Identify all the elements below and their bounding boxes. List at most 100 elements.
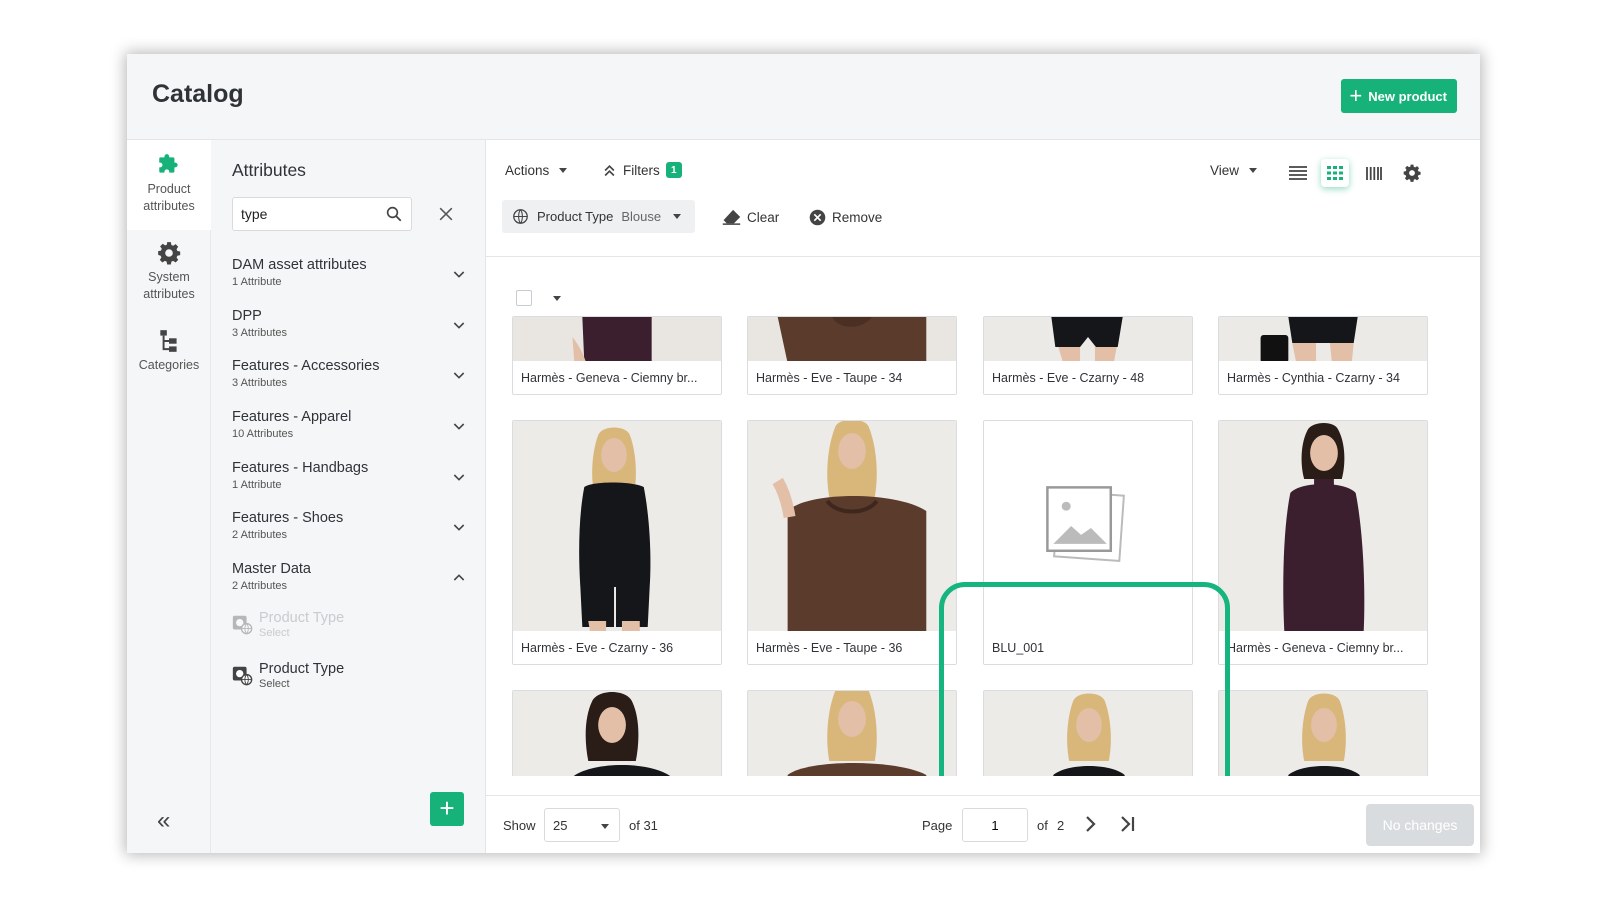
rail-item-system-attributes[interactable]: System attributes xyxy=(127,240,211,310)
double-chevron-up-icon xyxy=(604,164,615,176)
per-page-value: 25 xyxy=(553,818,568,833)
view-label: View xyxy=(1210,163,1240,178)
attribute-group-dam[interactable]: DAM asset attributes 1 Attribute xyxy=(232,257,467,299)
group-count: 10 Attributes xyxy=(232,428,294,440)
search-icon[interactable] xyxy=(385,205,403,223)
product-card[interactable]: Harmès - Geneva - Ciemny br... xyxy=(512,316,722,395)
product-card[interactable]: Harmès - Eve - Taupe - 36 xyxy=(747,420,957,665)
main-content: Actions Filters 1 View Product Type Blou… xyxy=(486,140,1480,853)
remove-filters-button[interactable]: Remove xyxy=(809,209,882,226)
pages-total: 2 xyxy=(1057,818,1065,833)
rail-label: Product xyxy=(147,182,191,196)
attribute-group-accessories[interactable]: Features - Accessories 3 Attributes xyxy=(232,358,467,400)
product-card[interactable]: Harmès - Eve - Czarny - 36 xyxy=(512,420,722,665)
last-page-icon[interactable] xyxy=(1116,812,1140,836)
attribute-type: Select xyxy=(259,627,290,639)
product-name: Harmès - Eve - Taupe - 36 xyxy=(748,631,956,664)
collapse-sidebar-icon[interactable]: « xyxy=(157,807,170,835)
product-card-blu-001[interactable]: BLU_001 xyxy=(983,420,1193,665)
clear-filters-button[interactable]: Clear xyxy=(722,209,779,225)
chevron-up-icon xyxy=(453,574,465,581)
attribute-name: Product Type xyxy=(259,661,345,677)
new-product-button[interactable]: + New product xyxy=(1341,79,1457,113)
product-image xyxy=(513,691,721,776)
attributes-title: Attributes xyxy=(232,160,306,180)
rail-item-categories[interactable]: Categories xyxy=(127,328,211,382)
group-name: DAM asset attributes xyxy=(232,257,367,273)
filter-chip-product-type[interactable]: Product Type Blouse xyxy=(502,200,696,233)
of-pages-label: of xyxy=(1037,818,1048,833)
actions-dropdown[interactable]: Actions xyxy=(505,163,568,178)
product-name: Harmès - Eve - Czarny - 48 xyxy=(984,361,1192,394)
product-image xyxy=(984,691,1192,776)
product-card[interactable] xyxy=(983,690,1193,776)
eraser-icon xyxy=(722,209,741,225)
product-card[interactable] xyxy=(747,690,957,776)
attribute-group-handbags[interactable]: Features - Handbags 1 Attribute xyxy=(232,460,467,502)
plus-icon: + xyxy=(1349,83,1363,108)
product-image xyxy=(1219,317,1427,363)
clear-label: Clear xyxy=(747,209,780,225)
chevron-down-icon xyxy=(453,524,465,531)
product-name: Harmès - Geneva - Ciemny br... xyxy=(1219,631,1427,664)
product-image xyxy=(513,421,721,633)
columns-view-icon[interactable] xyxy=(1360,159,1388,187)
page-label: Page xyxy=(922,818,953,833)
group-name: Features - Shoes xyxy=(232,510,344,526)
toolbar: Actions Filters 1 View Product Type Blou… xyxy=(486,140,1480,257)
product-name: Harmès - Eve - Taupe - 34 xyxy=(748,361,956,394)
attribute-group-master-data[interactable]: Master Data 2 Attributes xyxy=(232,561,467,603)
product-image xyxy=(1219,691,1427,776)
per-page-select[interactable]: 25 xyxy=(544,808,620,842)
globe-icon xyxy=(513,209,528,224)
top-bar: Catalog + New product xyxy=(127,54,1480,140)
product-card[interactable] xyxy=(512,690,722,776)
product-image xyxy=(748,317,956,363)
pagination-footer: Show 25 of 31 Page of 2 No changes xyxy=(486,795,1480,853)
tree-icon xyxy=(160,330,177,352)
filters-label: Filters xyxy=(623,162,660,178)
group-name: DPP xyxy=(232,308,262,324)
product-image xyxy=(748,421,956,633)
product-card[interactable]: Harmès - Geneva - Ciemny br... xyxy=(1218,420,1428,665)
filters-toggle[interactable]: Filters 1 xyxy=(602,162,682,178)
grid-view-icon[interactable] xyxy=(1321,159,1349,187)
image-placeholder-icon xyxy=(984,422,1192,632)
group-count: 2 Attributes xyxy=(232,580,288,592)
group-name: Features - Accessories xyxy=(232,358,380,374)
product-card[interactable]: Harmès - Eve - Czarny - 48 xyxy=(983,316,1193,395)
page-number-input[interactable] xyxy=(962,808,1028,842)
no-changes-button[interactable]: No changes xyxy=(1366,804,1474,846)
select-all-checkbox[interactable] xyxy=(516,290,532,306)
show-label: Show xyxy=(503,818,536,833)
list-view-icon[interactable] xyxy=(1284,159,1312,187)
select-attribute-icon xyxy=(232,615,253,635)
product-card[interactable]: Harmès - Eve - Taupe - 34 xyxy=(747,316,957,395)
puzzle-icon xyxy=(159,154,178,173)
group-count: 2 Attributes xyxy=(232,529,288,541)
attribute-type: Select xyxy=(259,678,290,690)
remove-circle-icon xyxy=(809,209,826,226)
attribute-group-shoes[interactable]: Features - Shoes 2 Attributes xyxy=(232,510,467,552)
selection-caret-down-icon[interactable] xyxy=(553,296,561,301)
product-grid: Harmès - Geneva - Ciemny br... Harmès - … xyxy=(486,258,1480,776)
product-image xyxy=(748,691,956,776)
caret-down-icon xyxy=(559,168,568,173)
add-attribute-button[interactable]: + xyxy=(430,792,464,826)
product-name: Harmès - Cynthia - Czarny - 34 xyxy=(1219,361,1427,394)
product-name: Harmès - Geneva - Ciemny br... xyxy=(513,361,721,394)
caret-down-icon xyxy=(1249,168,1258,173)
rail-item-product-attributes[interactable]: Product attributes xyxy=(127,140,211,230)
gear-icon[interactable] xyxy=(1398,159,1426,187)
next-page-icon[interactable] xyxy=(1078,812,1102,836)
product-card[interactable]: Harmès - Cynthia - Czarny - 34 xyxy=(1218,316,1428,395)
chip-attribute-name: Product Type xyxy=(537,209,614,224)
close-icon[interactable] xyxy=(436,204,456,224)
attribute-group-dpp[interactable]: DPP 3 Attributes xyxy=(232,308,467,350)
product-card[interactable] xyxy=(1218,690,1428,776)
new-product-label: New product xyxy=(1368,88,1447,104)
attribute-group-apparel[interactable]: Features - Apparel 10 Attributes xyxy=(232,409,467,451)
view-dropdown[interactable]: View xyxy=(1210,163,1258,178)
group-count: 1 Attribute xyxy=(232,479,282,491)
attribute-item-product-type[interactable]: Product Type Select xyxy=(231,661,461,697)
